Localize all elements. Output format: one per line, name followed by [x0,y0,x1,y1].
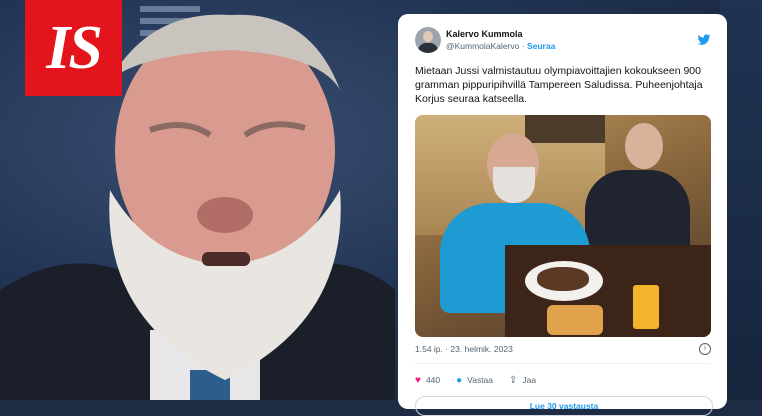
tweet-header: Kalervo Kummola @KummolaKalervo · Seuraa [415,26,711,54]
author-block: Kalervo Kummola @KummolaKalervo · Seuraa [446,28,555,52]
reply-label: Vastaa [467,375,494,385]
read-replies-button[interactable]: Lue 30 vastausta [415,396,713,416]
author-handle[interactable]: @KummolaKalervo [446,41,519,51]
avatar[interactable] [415,27,441,53]
tweet-timestamp[interactable]: 1.54 ip. · 23. helmik. 2023 [415,344,513,354]
share-label: Jaa [522,375,537,385]
author-handle-line: @KummolaKalervo · Seuraa [446,40,555,52]
is-logo: IS [25,0,122,96]
like-button[interactable]: ♥ 440 [415,375,440,386]
share-icon: ⇪ [509,374,518,386]
tweet-text: Mietaan Jussi valmistautuu olympiavoitta… [415,65,703,105]
share-button[interactable]: ⇪ Jaa [509,375,536,386]
twitter-bird-icon[interactable] [697,33,711,47]
tweet-actions: ♥ 440 ● Vastaa ⇪ Jaa [415,363,711,390]
reply-button[interactable]: ● Vastaa [456,375,493,386]
separator-dot: · [521,41,525,51]
reply-bubble-icon: ● [456,374,463,386]
follow-button[interactable]: Seuraa [527,41,555,51]
tweet-card: Kalervo Kummola @KummolaKalervo · Seuraa… [398,14,727,416]
author-name[interactable]: Kalervo Kummola [446,28,555,40]
tweet-photo[interactable] [415,115,711,337]
likes-count: 440 [425,375,441,385]
tweet-timestamp-row: 1.54 ip. · 23. helmik. 2023 i [415,343,711,355]
info-icon[interactable]: i [699,343,711,355]
heart-icon: ♥ [415,374,421,386]
is-logo-text: IS [46,13,103,82]
